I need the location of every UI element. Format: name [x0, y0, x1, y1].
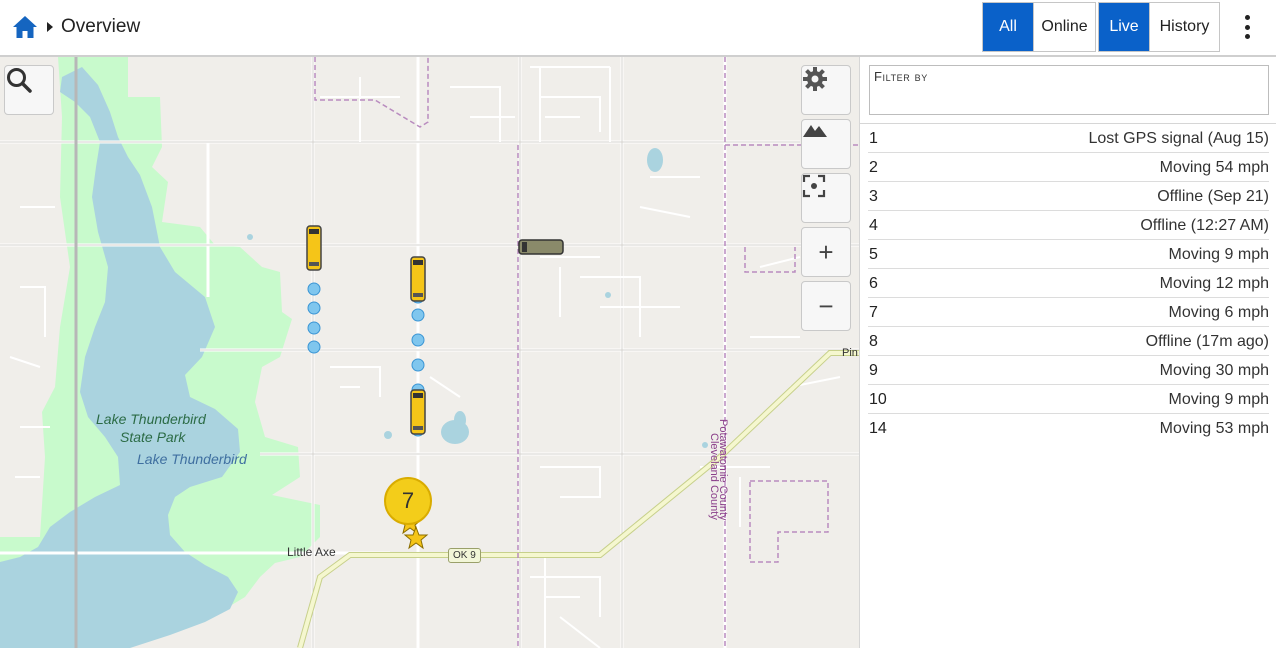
list-item[interactable]: 3 Offline (Sep 21) — [868, 182, 1269, 211]
chevron-right-icon — [47, 22, 53, 32]
map-view[interactable]: Lake Thunderbird State Park Lake Thunder… — [0, 57, 859, 648]
bus-marker[interactable] — [410, 389, 426, 435]
vehicle-id: 14 — [869, 420, 887, 437]
place-label-edge: Pin — [842, 347, 858, 359]
vehicle-id: 5 — [869, 246, 878, 263]
list-item[interactable]: 5 Moving 9 mph — [868, 240, 1269, 269]
map-canvas — [0, 57, 859, 648]
vehicle-status: Lost GPS signal (Aug 15) — [1088, 130, 1269, 147]
vehicle-id: 7 — [869, 304, 878, 321]
live-button[interactable]: Live — [1099, 3, 1149, 51]
vehicle-id: 9 — [869, 362, 878, 379]
bus-marker[interactable] — [306, 225, 322, 271]
vehicle-id: 1 — [869, 130, 878, 147]
county-label-west: Cleveland County — [708, 433, 720, 520]
list-item[interactable]: 9 Moving 30 mph — [868, 356, 1269, 385]
vehicle-status: Moving 9 mph — [1168, 246, 1270, 263]
vehicle-id: 2 — [869, 159, 878, 176]
page-title: Overview — [61, 16, 141, 37]
list-item[interactable]: 8 Offline (17m ago) — [868, 327, 1269, 356]
vehicle-status: Moving 9 mph — [1168, 391, 1270, 408]
filter-online-button[interactable]: Online — [1033, 3, 1095, 51]
vehicle-status: Offline (17m ago) — [1145, 333, 1269, 350]
filter-field[interactable]: Filter by — [869, 65, 1269, 115]
vehicle-id: 6 — [869, 275, 878, 292]
vehicle-status: Offline (12:27 AM) — [1140, 217, 1269, 234]
mode-toggle-group: Live History — [1098, 2, 1220, 52]
vehicle-status: Moving 30 mph — [1159, 362, 1269, 379]
focus-icon[interactable] — [801, 173, 851, 223]
list-item[interactable]: 6 Moving 12 mph — [868, 269, 1269, 298]
list-item[interactable]: 14 Moving 53 mph — [868, 414, 1269, 443]
history-button[interactable]: History — [1149, 3, 1219, 51]
vehicle-status: Moving 12 mph — [1159, 275, 1269, 292]
route-shield: OK 9 — [448, 548, 481, 563]
vehicle-list: 1 Lost GPS signal (Aug 15) 2 Moving 54 mph 3… — [860, 123, 1276, 443]
list-item[interactable]: 2 Moving 54 mph — [868, 153, 1269, 182]
breadcrumb: Overview — [12, 14, 140, 40]
list-item[interactable]: 1 Lost GPS signal (Aug 15) — [868, 124, 1269, 153]
vehicle-status: Offline (Sep 21) — [1157, 188, 1269, 205]
park-label-line1: Lake Thunderbird — [96, 411, 206, 427]
filter-all-button[interactable]: All — [983, 3, 1033, 51]
vehicle-status: Moving 53 mph — [1159, 420, 1269, 437]
town-label: Little Axe — [287, 545, 336, 559]
vehicle-sidebar: Filter by 1 Lost GPS signal (Aug 15) 2 Movi… — [859, 57, 1276, 648]
plus-icon[interactable]: + — [801, 227, 851, 277]
lake-label: Lake Thunderbird — [137, 451, 247, 467]
kebab-menu-icon[interactable] — [1237, 12, 1257, 42]
vehicle-status: Moving 54 mph — [1159, 159, 1269, 176]
vehicle-id: 3 — [869, 188, 878, 205]
vehicle-id: 10 — [869, 391, 887, 408]
list-item[interactable]: 4 Offline (12:27 AM) — [868, 211, 1269, 240]
search-icon[interactable] — [4, 65, 54, 115]
list-item[interactable]: 10 Moving 9 mph — [868, 385, 1269, 414]
vehicle-status: Moving 6 mph — [1168, 304, 1270, 321]
vehicle-id: 8 — [869, 333, 878, 350]
park-label-line2: State Park — [120, 429, 186, 445]
home-icon[interactable] — [12, 14, 38, 40]
status-filter-group: All Online — [982, 2, 1096, 52]
bus-marker[interactable] — [410, 256, 426, 302]
truck-marker[interactable] — [518, 239, 564, 255]
vehicle-cluster-badge[interactable]: 7 — [384, 477, 432, 525]
top-bar: Overview All Online Live History — [0, 0, 1276, 57]
mountain-icon[interactable] — [801, 119, 851, 169]
vehicle-id: 4 — [869, 217, 878, 234]
minus-icon[interactable]: − — [801, 281, 851, 331]
filter-input[interactable] — [874, 88, 1264, 110]
list-item[interactable]: 7 Moving 6 mph — [868, 298, 1269, 327]
filter-label: Filter by — [874, 69, 928, 84]
gear-icon[interactable] — [801, 65, 851, 115]
